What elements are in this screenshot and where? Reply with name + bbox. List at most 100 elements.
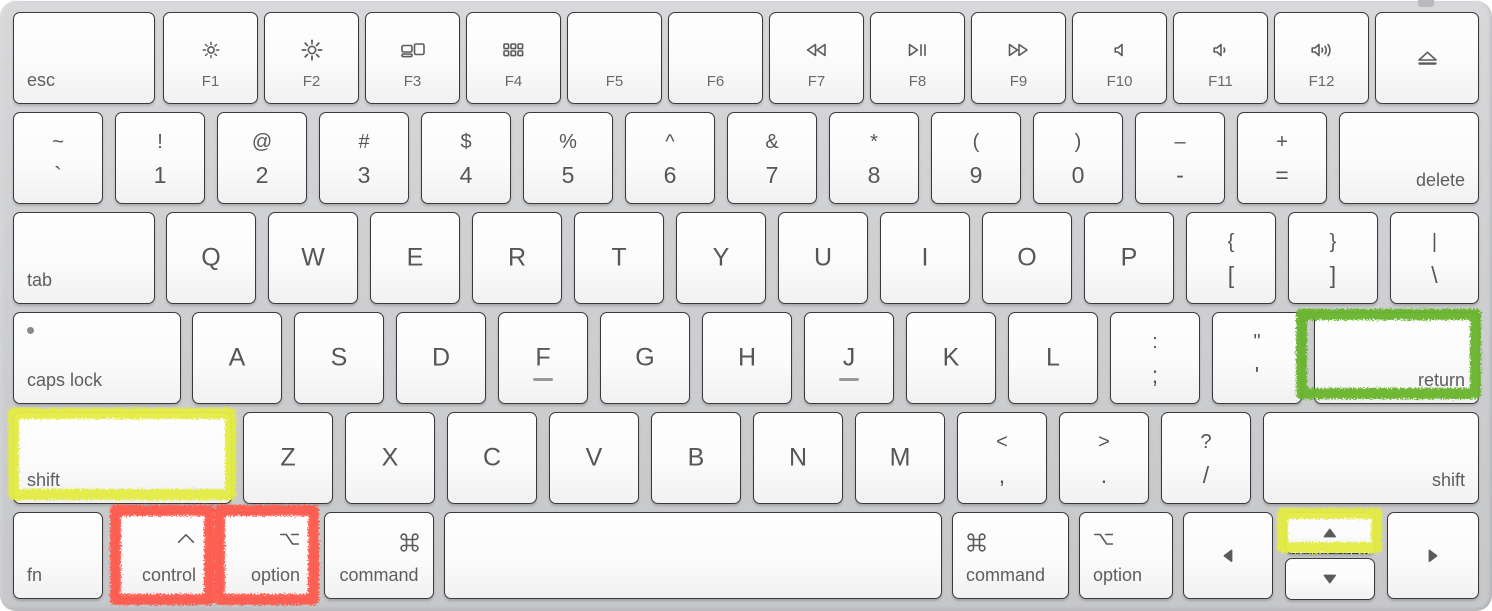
key-esc[interactable]: esc (13, 12, 155, 104)
key-legend-base-comma: , (998, 462, 1006, 488)
key-f2[interactable]: F2 (264, 12, 359, 104)
key-letter-b[interactable]: B (651, 412, 741, 504)
key-f3[interactable]: F3 (365, 12, 460, 104)
key-f9[interactable]: F9 (971, 12, 1066, 104)
key-caps-lock[interactable]: caps lock (13, 312, 181, 404)
key-eject[interactable] (1375, 12, 1479, 104)
key-equal[interactable]: + = (1237, 112, 1327, 204)
key-f7[interactable]: F7 (769, 12, 864, 104)
key-letter-o[interactable]: O (982, 212, 1072, 304)
key-letter-m[interactable]: M (855, 412, 945, 504)
key-caption-f11: F11 (1208, 73, 1233, 90)
key-legend-shifted-period: > (1098, 431, 1110, 453)
key-digit-3[interactable]: #3 (319, 112, 409, 204)
key-return[interactable]: return (1314, 312, 1479, 404)
key-f8[interactable]: F8 (870, 12, 965, 104)
key-letter-i[interactable]: I (880, 212, 970, 304)
key-arrow-up[interactable] (1285, 512, 1375, 554)
key-legend-shifted-digit-1: ! (157, 131, 163, 153)
key-control[interactable]: control (116, 512, 210, 599)
key-shift-right[interactable]: shift (1263, 412, 1479, 504)
key-command-left[interactable]: command (324, 512, 434, 599)
key-letter-r[interactable]: R (472, 212, 562, 304)
key-semicolon[interactable]: :; (1110, 312, 1200, 404)
key-digit-1[interactable]: ! 1 (115, 112, 205, 204)
key-letter-w[interactable]: W (268, 212, 358, 304)
key-letter-t[interactable]: T (574, 212, 664, 304)
key-digit-2[interactable]: @2 (217, 112, 307, 204)
key-comma[interactable]: <, (957, 412, 1047, 504)
command-icon (967, 533, 986, 552)
key-letter-n[interactable]: N (753, 412, 843, 504)
key-fn[interactable]: fn (13, 512, 103, 599)
home-row-bump (839, 378, 859, 381)
key-period[interactable]: >. (1059, 412, 1149, 504)
key-digit-0[interactable]: ) 0 (1033, 112, 1123, 204)
key-legend-shifted-bracket-right: } (1329, 231, 1337, 253)
key-letter-x[interactable]: X (345, 412, 435, 504)
key-letter-a[interactable]: A (192, 312, 282, 404)
key-letter-y[interactable]: Y (676, 212, 766, 304)
key-letter-p[interactable]: P (1084, 212, 1174, 304)
key-letter-j[interactable]: J (804, 312, 894, 404)
key-label-delete: delete (1415, 170, 1465, 190)
caps-lock-indicator (27, 327, 34, 334)
key-letter-f[interactable]: F (498, 312, 588, 404)
key-minus[interactable]: – - (1135, 112, 1225, 204)
key-letter-d[interactable]: D (396, 312, 486, 404)
key-caption-f3: F3 (403, 73, 422, 90)
key-letter-u[interactable]: U (778, 212, 868, 304)
key-digit-9[interactable]: (9 (931, 112, 1021, 204)
key-command-right[interactable]: command (952, 512, 1069, 599)
key-f10[interactable]: F10 (1072, 12, 1167, 104)
blank-icon (568, 39, 661, 61)
key-f12[interactable]: F12 (1274, 12, 1369, 104)
key-legend-base-digit-2: 2 (255, 162, 269, 188)
key-letter-s[interactable]: S (294, 312, 384, 404)
key-digit-5[interactable]: % 5 (523, 112, 613, 204)
key-delete[interactable]: delete (1339, 112, 1479, 204)
key-legend-base-digit-6: 6 (663, 162, 677, 188)
key-legend-base-semicolon: ; (1151, 362, 1159, 388)
key-option-right[interactable]: option (1079, 512, 1173, 599)
key-letter-c[interactable]: C (447, 412, 537, 504)
key-digit-8[interactable]: * 8 (829, 112, 919, 204)
key-f11[interactable]: F11 (1173, 12, 1268, 104)
key-legend-base-digit-9: 9 (969, 162, 983, 188)
key-digit-4[interactable]: $4 (421, 112, 511, 204)
key-quote[interactable]: " ' (1212, 312, 1302, 404)
key-letter-k[interactable]: K (906, 312, 996, 404)
option-icon (1094, 533, 1113, 546)
key-shift-left[interactable]: shift (13, 412, 232, 504)
key-letter-e[interactable]: E (370, 212, 460, 304)
key-letter-h[interactable]: H (702, 312, 792, 404)
key-backslash[interactable]: | \ (1390, 212, 1479, 304)
key-letter-g[interactable]: G (600, 312, 690, 404)
key-space[interactable] (444, 512, 942, 599)
key-legend-base-equal: = (1275, 162, 1289, 188)
brightness-up-icon (265, 39, 358, 61)
key-arrow-right[interactable] (1387, 512, 1479, 599)
key-arrow-down[interactable] (1285, 558, 1375, 600)
key-legend-base-period: . (1100, 462, 1108, 488)
key-option-left[interactable]: option (220, 512, 314, 599)
key-f1[interactable]: F1 (163, 12, 258, 104)
key-arrow-left[interactable] (1183, 512, 1273, 599)
key-letter-z[interactable]: Z (243, 412, 333, 504)
key-tab[interactable]: tab (13, 212, 155, 304)
key-bracket-right[interactable]: }] (1288, 212, 1378, 304)
key-letter-v[interactable]: V (549, 412, 639, 504)
volume-down-icon (1174, 39, 1267, 61)
key-letter-q[interactable]: Q (166, 212, 256, 304)
key-digit-6[interactable]: ^ 6 (625, 112, 715, 204)
key-digit-7[interactable]: & 7 (727, 112, 817, 204)
key-bracket-left[interactable]: {[ (1186, 212, 1276, 304)
key-legend-letter-x: X (381, 443, 399, 472)
key-f6[interactable]: F6 (668, 12, 763, 104)
key-f4[interactable]: F4 (466, 12, 561, 104)
key-slash[interactable]: ? / (1161, 412, 1251, 504)
key-backtick[interactable]: ~ ` (13, 112, 103, 204)
key-letter-l[interactable]: L (1008, 312, 1098, 404)
key-caption-f1: F1 (201, 73, 220, 90)
key-f5[interactable]: F5 (567, 12, 662, 104)
